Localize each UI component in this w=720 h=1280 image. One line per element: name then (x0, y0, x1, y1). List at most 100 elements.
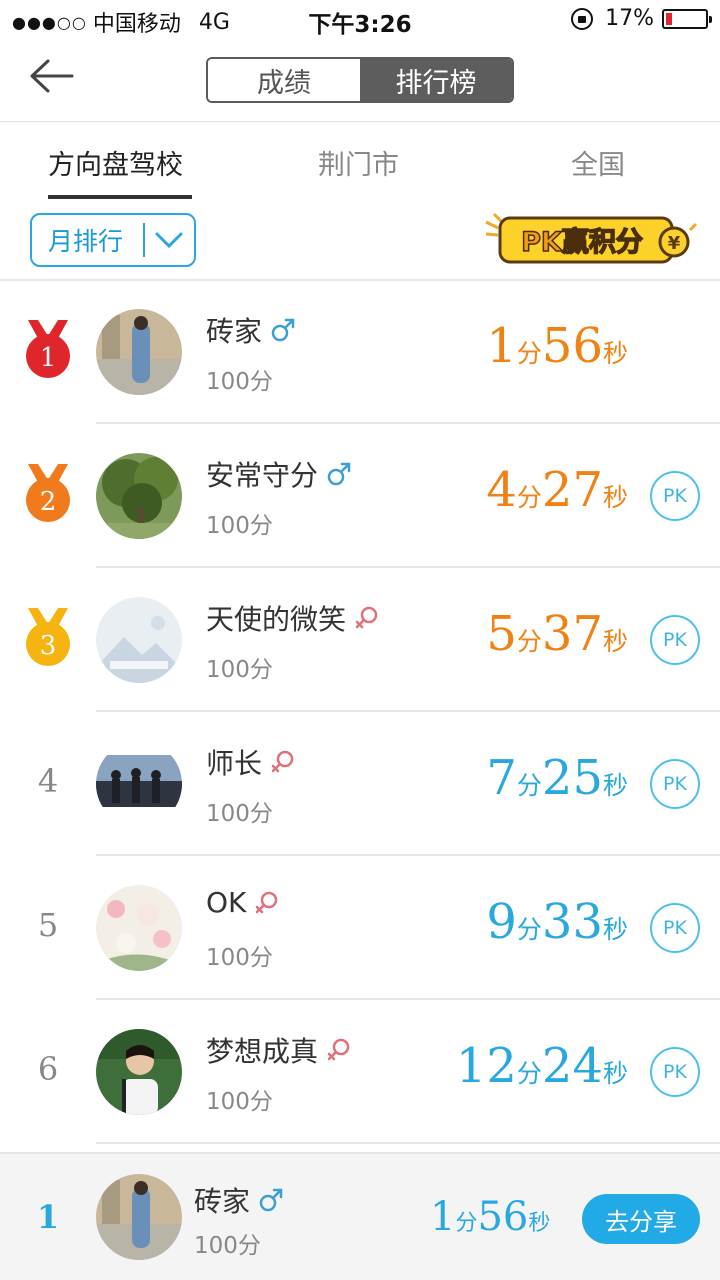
user-score: 100分 (206, 513, 273, 539)
period-dropdown[interactable]: 月排行 (30, 213, 196, 267)
time-seconds: 37 (541, 606, 603, 662)
tab-scores[interactable]: 成绩 (208, 59, 360, 101)
name-line: OK (206, 886, 280, 919)
female-icon (355, 606, 378, 629)
completion-time: 9分33秒 (486, 894, 628, 950)
my-score: 100分 (194, 1233, 261, 1259)
time-minutes: 4 (486, 462, 517, 518)
tab-nationwide[interactable]: 全国 (571, 143, 625, 182)
tab-leaderboard[interactable]: 排行榜 (360, 59, 512, 101)
female-icon (271, 750, 294, 773)
name-line: 安常守分 (206, 454, 352, 494)
time-seconds: 27 (541, 462, 603, 518)
medal-icon: 2 (26, 464, 70, 522)
my-time-minutes: 1 (430, 1194, 456, 1240)
my-rank-bar: 1 砖家 100分 1分56秒 去分享 (0, 1152, 720, 1280)
completion-time: 5分37秒 (486, 606, 628, 662)
time-seconds: 56 (541, 318, 603, 374)
user-score: 100分 (206, 369, 273, 395)
username: 安常守分 (206, 459, 319, 492)
time-seconds: 25 (541, 750, 603, 806)
pk-button[interactable]: PK (650, 471, 700, 521)
status-bar: ●●●○○ 中国移动 4G 下午3:26 17% (0, 0, 720, 40)
user-avatar[interactable] (96, 453, 182, 539)
status-right: 17% (571, 6, 712, 31)
battery-percent: 17% (605, 6, 654, 31)
my-avatar (96, 1174, 182, 1260)
name-line: 师长 (206, 742, 296, 782)
time-seconds-unit: 秒 (602, 771, 628, 800)
medal-rank-number: 1 (40, 343, 57, 373)
ranking-row[interactable]: 1 砖家 100分 1分56秒 (0, 280, 720, 424)
pk-earn-points-banner[interactable]: PK赢积分 ¥ (482, 208, 700, 268)
rotation-lock-icon (571, 7, 594, 30)
user-score: 100分 (206, 1089, 273, 1115)
name-line: 天使的微笑 (206, 598, 380, 638)
male-icon (271, 318, 295, 342)
active-tab-indicator (48, 195, 192, 199)
username: OK (206, 886, 247, 919)
my-time-minutes-unit: 分 (455, 1211, 478, 1236)
female-icon (256, 891, 278, 913)
pk-button[interactable]: PK (650, 1047, 700, 1097)
user-avatar[interactable] (96, 1029, 182, 1115)
male-icon (259, 1188, 283, 1212)
battery-icon (662, 8, 712, 29)
user-avatar[interactable] (96, 885, 182, 971)
pk-banner-graphic: PK赢积分 ¥ (485, 212, 698, 264)
time-minutes-unit: 分 (516, 339, 542, 368)
user-score: 100分 (206, 801, 273, 827)
ranking-row[interactable]: 5 OK 100分 9分33秒 PK (0, 856, 720, 1000)
nav-bar: 成绩 排行榜 (0, 40, 720, 122)
share-button[interactable]: 去分享 (582, 1194, 700, 1244)
my-rank-number: 1 (36, 1198, 60, 1236)
completion-time: 12分24秒 (456, 1038, 628, 1094)
tab-driving-school[interactable]: 方向盘驾校 (48, 143, 183, 182)
ranking-row[interactable]: 4 师长 100分 7分25秒 PK (0, 712, 720, 856)
period-dropdown-label: 月排行 (48, 227, 124, 256)
time-minutes-unit: 分 (516, 1059, 542, 1088)
coin-icon: ¥ (668, 233, 681, 254)
completion-time: 1分56秒 (486, 318, 628, 374)
scope-tabs: 方向盘驾校 荆门市 全国 (0, 123, 720, 203)
ranking-row[interactable]: 3 天使的微笑 100分 5分37秒 PK (0, 568, 720, 712)
time-minutes: 9 (486, 894, 517, 950)
male-icon (327, 462, 351, 486)
name-line: 梦想成真 (206, 1030, 352, 1070)
time-seconds-unit: 秒 (602, 1059, 628, 1088)
my-username: 砖家 (194, 1185, 251, 1218)
segmented-control: 成绩 排行榜 (206, 57, 514, 103)
user-avatar[interactable] (96, 309, 182, 395)
time-minutes-unit: 分 (516, 627, 542, 656)
user-avatar[interactable] (96, 741, 182, 827)
user-score: 100分 (206, 657, 273, 683)
female-icon (327, 1038, 350, 1061)
rank-number: 6 (37, 1050, 59, 1088)
battery-level (666, 12, 672, 25)
chevron-down-icon (145, 215, 194, 265)
rank-number: 5 (37, 906, 59, 944)
username: 砖家 (206, 315, 263, 348)
completion-time: 4分27秒 (486, 462, 628, 518)
pk-button[interactable]: PK (650, 615, 700, 665)
time-minutes: 5 (486, 606, 517, 662)
user-avatar[interactable] (96, 597, 182, 683)
ranking-row[interactable]: 2 安常守分 100分 4分27秒 PK (0, 424, 720, 568)
tab-city[interactable]: 荆门市 (318, 143, 399, 182)
back-arrow-icon (30, 59, 74, 93)
back-button[interactable] (28, 56, 76, 96)
my-time-seconds: 56 (477, 1194, 529, 1240)
pk-button[interactable]: PK (650, 759, 700, 809)
time-minutes-unit: 分 (516, 915, 542, 944)
pk-button[interactable]: PK (650, 903, 700, 953)
pk-banner-text: PK赢积分 (521, 226, 643, 258)
medal-rank-number: 3 (40, 631, 57, 661)
time-seconds-unit: 秒 (602, 627, 628, 656)
completion-time: 7分25秒 (486, 750, 628, 806)
time-minutes: 1 (486, 318, 517, 374)
row-divider (96, 1142, 720, 1144)
my-time: 1分56秒 (430, 1194, 550, 1240)
time-seconds-unit: 秒 (602, 483, 628, 512)
ranking-row[interactable]: 6 梦想成真 100分 12分24秒 PK (0, 1000, 720, 1144)
username: 师长 (206, 747, 263, 780)
